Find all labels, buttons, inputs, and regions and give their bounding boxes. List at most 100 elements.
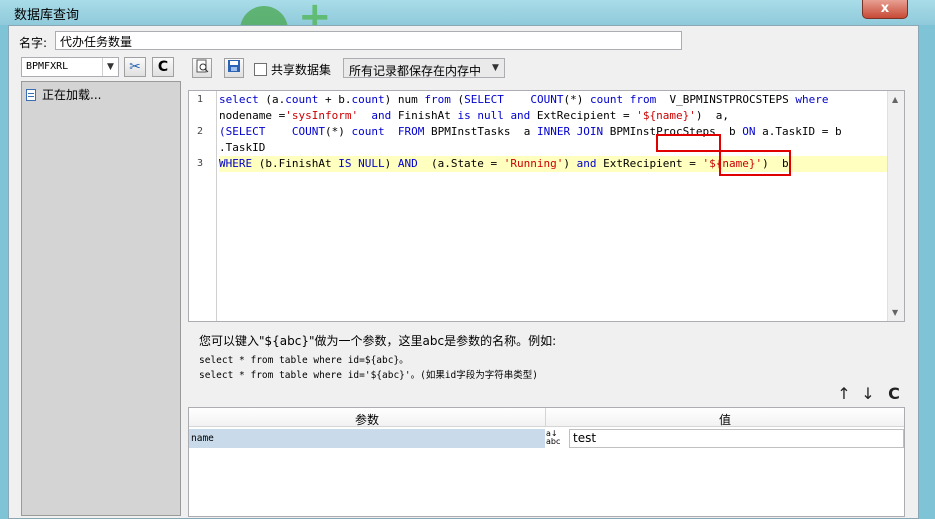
code-token: + b. (318, 93, 352, 106)
sql-editor[interactable]: 1 2 3 select (a.count + b.count) num fro… (188, 90, 905, 322)
window-title: 数据库查询 (14, 8, 80, 23)
code-token: '${name}' (636, 109, 696, 122)
refresh-icon[interactable]: C (885, 384, 903, 403)
preview-icon (196, 59, 209, 73)
name-input[interactable]: 代办任务数量 (55, 31, 682, 50)
code-token: 'sysInform' (285, 109, 359, 122)
preview-button[interactable] (192, 58, 212, 78)
code-token: ( (450, 93, 465, 106)
scroll-up-icon[interactable]: ▲ (892, 95, 898, 104)
save-button[interactable] (224, 58, 244, 78)
code-token: a.TaskID = b (755, 125, 842, 138)
code-token: 'Running' (503, 157, 564, 170)
close-button[interactable]: x (862, 0, 908, 19)
code-token: is null (457, 109, 504, 122)
line-number: 3 (197, 158, 204, 169)
scroll-down-icon[interactable]: ▼ (892, 308, 898, 317)
code-token: ExtRecipient = (530, 109, 637, 122)
save-icon (228, 60, 240, 72)
code-token: (SELECT (219, 125, 266, 138)
line-number: 2 (197, 126, 204, 137)
code-token: and (371, 109, 392, 122)
loading-text: 正在加载... (42, 88, 102, 102)
code-token: ) (563, 157, 577, 170)
memory-mode-select[interactable]: 所有记录都保存在内存中 ▼ (343, 58, 505, 78)
help-text: 您可以键入"${abc}"做为一个参数，这里abc是参数的名称。例如: sele… (199, 332, 556, 383)
tree-item-loading: 正在加载... (26, 86, 101, 103)
code-token: FinishAt (391, 109, 458, 122)
code-token: ) (384, 157, 398, 170)
help-example: select * from table where id=${abc}。 (199, 355, 409, 366)
code-token: INNER JOIN (536, 125, 604, 138)
code-token: and (510, 109, 531, 122)
code-token: AND (397, 157, 418, 170)
code-token: BPMInstTasks a (424, 125, 537, 138)
code-token: ON (742, 125, 756, 138)
code-token: (*) (563, 93, 590, 106)
share-dataset-label: 共享数据集 (271, 63, 332, 77)
code-token: ) num (384, 93, 425, 106)
chevron-down-icon[interactable]: ▼ (487, 59, 504, 77)
code-line[interactable]: select (a.count + b.count) num from (SEL… (219, 92, 887, 108)
code-token: count (285, 93, 319, 106)
code-token: select (219, 93, 259, 106)
code-token: IS NULL (338, 157, 385, 170)
refresh-icon[interactable]: C (152, 57, 174, 77)
code-token: FROM (397, 125, 425, 138)
param-name-cell[interactable]: name (189, 429, 545, 448)
chevron-down-icon[interactable]: ▼ (102, 58, 118, 76)
code-token: count (590, 93, 624, 106)
type-icon-bottom: abc (546, 437, 561, 446)
highlight-box (719, 150, 791, 176)
column-header-param: 参数 (354, 413, 379, 427)
move-down-icon[interactable]: ↓ (859, 384, 877, 403)
datasource-panel: BPMFXRL ▼ ✂ C 正在加载... (19, 54, 181, 516)
code-token: ExtRecipient = (596, 157, 703, 170)
window-edge (919, 25, 935, 519)
code-token: (a.State = (417, 157, 504, 170)
code-token: count (351, 125, 385, 138)
title-bar: + 数据库查询 x (0, 0, 935, 54)
code-token: WHERE (219, 157, 253, 170)
table-tree[interactable]: 正在加载... (21, 81, 181, 516)
vertical-scrollbar[interactable]: ▲ ▼ (887, 91, 904, 321)
name-label: 名字: (19, 36, 48, 50)
column-header-value: 值 (718, 413, 731, 427)
params-table: 参数 值 name a↓ abc test (188, 407, 905, 517)
param-value-input[interactable]: test (569, 429, 904, 448)
line-number: 1 (197, 94, 204, 105)
datasource-select[interactable]: BPMFXRL ▼ (21, 57, 119, 77)
code-token: (b.FinishAt (252, 157, 339, 170)
code-token: from (629, 93, 657, 106)
type-icon[interactable]: a↓ abc (546, 429, 568, 448)
code-token: (a. (258, 93, 286, 106)
datasource-value: BPMFXRL (26, 61, 69, 72)
code-line[interactable]: nodename ='sysInform' and FinishAt is nu… (219, 108, 887, 124)
code-line[interactable]: (SELECT COUNT(*) count FROM BPMInstTasks… (219, 124, 887, 140)
highlight-box (656, 134, 721, 152)
code-token: ) a, (695, 109, 730, 122)
code-token: where (795, 93, 829, 106)
code-token: SELECT (464, 93, 504, 106)
code-token: V_BPMINSTPROCSTEPS (656, 93, 796, 106)
line-number-gutter: 1 2 3 (189, 91, 217, 321)
code-token: COUNT (291, 125, 325, 138)
share-dataset-checkbox[interactable]: 共享数据集 (254, 61, 331, 78)
code-token: count (351, 93, 385, 106)
memory-mode-value: 所有记录都保存在内存中 (349, 64, 482, 78)
code-token: .TaskID (219, 141, 266, 154)
help-example: select * from table where id='${abc}'。(如… (199, 370, 538, 381)
document-icon (26, 88, 36, 101)
code-token: (*) (324, 125, 352, 138)
move-up-icon[interactable]: ↑ (835, 384, 853, 403)
dialog-body: 名字: 代办任务数量 BPMFXRL ▼ ✂ C 正在加载... 共享数据集 所… (8, 25, 919, 519)
connect-icon[interactable]: ✂ (124, 57, 146, 77)
table-row[interactable]: name a↓ abc test (189, 429, 904, 448)
help-line: 您可以键入"${abc}"做为一个参数，这里abc是参数的名称。例如: (199, 334, 557, 348)
checkbox-box[interactable] (254, 63, 267, 76)
code-token: from (424, 93, 451, 106)
params-header: 参数 值 (189, 408, 904, 427)
